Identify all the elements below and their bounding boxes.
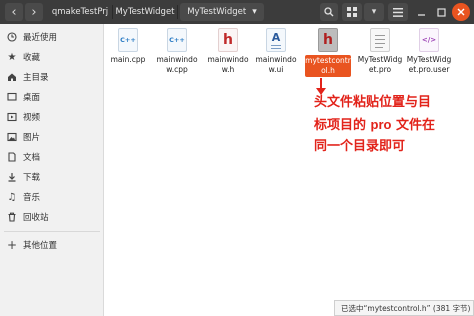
hamburger-icon (393, 7, 403, 17)
chevron-down-icon: ▾ (371, 7, 377, 17)
file-item[interactable]: C++ mainwindow.cpp (154, 28, 200, 75)
sidebar-divider (4, 231, 100, 232)
chevron-down-icon: ▾ (252, 7, 257, 17)
document-icon (7, 152, 17, 162)
sidebar: 最近使用 ★ 收藏 主目录 桌面 视频 图片 文档 下载 ♫ 音乐 回收站 + … (0, 24, 104, 316)
search-button[interactable] (320, 3, 338, 21)
text-file-icon (370, 28, 390, 52)
picture-icon (7, 132, 17, 142)
sidebar-item-desktop[interactable]: 桌面 (0, 87, 104, 107)
sidebar-item-music[interactable]: ♫ 音乐 (0, 187, 104, 207)
breadcrumb-MyTestWidget[interactable]: MyTestWidget (113, 3, 177, 21)
file-name: main.cpp (110, 55, 146, 64)
file-name: mainwindow.cpp (156, 55, 198, 74)
back-icon: ‹ (11, 4, 17, 20)
home-icon (7, 72, 17, 82)
star-icon: ★ (7, 51, 17, 63)
search-icon (324, 7, 334, 17)
sidebar-item-videos[interactable]: 视频 (0, 107, 104, 127)
header-file-icon: h (218, 28, 238, 52)
sidebar-item-starred[interactable]: ★ 收藏 (0, 47, 104, 67)
trash-icon (7, 212, 17, 222)
minimize-icon (417, 13, 425, 16)
file-name: mytestcontrol.h (305, 55, 351, 77)
menu-button[interactable] (388, 3, 408, 21)
clock-icon (7, 32, 17, 42)
file-name: MyTestWidget.pro.user (406, 55, 452, 74)
annotation-line-3: 同一个目录即可 (314, 139, 406, 154)
desktop-icon (7, 92, 17, 102)
back-button[interactable]: ‹ (5, 3, 23, 21)
file-item[interactable]: A mainwindow.ui (253, 28, 299, 75)
file-item-selected[interactable]: h mytestcontrol.h (305, 28, 351, 77)
status-bar: 已选中“mytestcontrol.h” (381 字节) (334, 300, 474, 316)
plus-icon: + (6, 238, 18, 252)
minimize-button[interactable] (412, 3, 430, 21)
ui-file-icon: A (266, 28, 286, 52)
sidebar-item-other-locations[interactable]: + 其他位置 (0, 235, 104, 255)
close-icon (457, 8, 465, 16)
breadcrumb-qmakeTestPrj[interactable]: qmakeTestPrj (48, 3, 112, 21)
maximize-button[interactable] (432, 3, 450, 21)
close-button[interactable] (452, 3, 470, 21)
annotation-line-2: 标项目的 pro 文件在 (314, 117, 436, 133)
sidebar-item-home[interactable]: 主目录 (0, 67, 104, 87)
file-item[interactable]: h mainwindow.h (205, 28, 251, 75)
header-bar: ‹ › qmakeTestPrj MyTestWidget MyTestWidg… (0, 0, 474, 24)
music-icon: ♫ (7, 191, 17, 203)
download-icon (7, 172, 17, 182)
breadcrumb-current[interactable]: MyTestWidget ▾ (180, 3, 264, 21)
annotation-line-1: 头文件粘贴位置与目 (314, 95, 432, 110)
file-name: MyTestWidget.pro (357, 55, 403, 74)
cpp-file-icon: C++ (118, 28, 138, 52)
file-name: mainwindow.ui (255, 55, 297, 74)
video-icon (7, 112, 17, 122)
sidebar-item-downloads[interactable]: 下载 (0, 167, 104, 187)
code-file-icon: </> (419, 28, 439, 52)
file-item[interactable]: C++ main.cpp (105, 28, 151, 65)
breadcrumb-divider (177, 5, 178, 19)
sidebar-item-recent[interactable]: 最近使用 (0, 27, 104, 47)
file-item[interactable]: </> MyTestWidget.pro.user (406, 28, 452, 75)
header-file-icon: h (318, 28, 338, 52)
sidebar-item-pictures[interactable]: 图片 (0, 127, 104, 147)
file-name: mainwindow.h (207, 55, 249, 74)
cpp-file-icon: C++ (167, 28, 187, 52)
forward-icon: › (31, 4, 37, 20)
grid-icon (347, 7, 357, 17)
view-toggle-button[interactable] (342, 3, 362, 21)
view-options-button[interactable]: ▾ (364, 3, 384, 21)
file-item[interactable]: MyTestWidget.pro (357, 28, 403, 75)
sidebar-item-documents[interactable]: 文档 (0, 147, 104, 167)
sidebar-item-trash[interactable]: 回收站 (0, 207, 104, 227)
forward-button[interactable]: › (25, 3, 43, 21)
maximize-icon (436, 7, 446, 17)
